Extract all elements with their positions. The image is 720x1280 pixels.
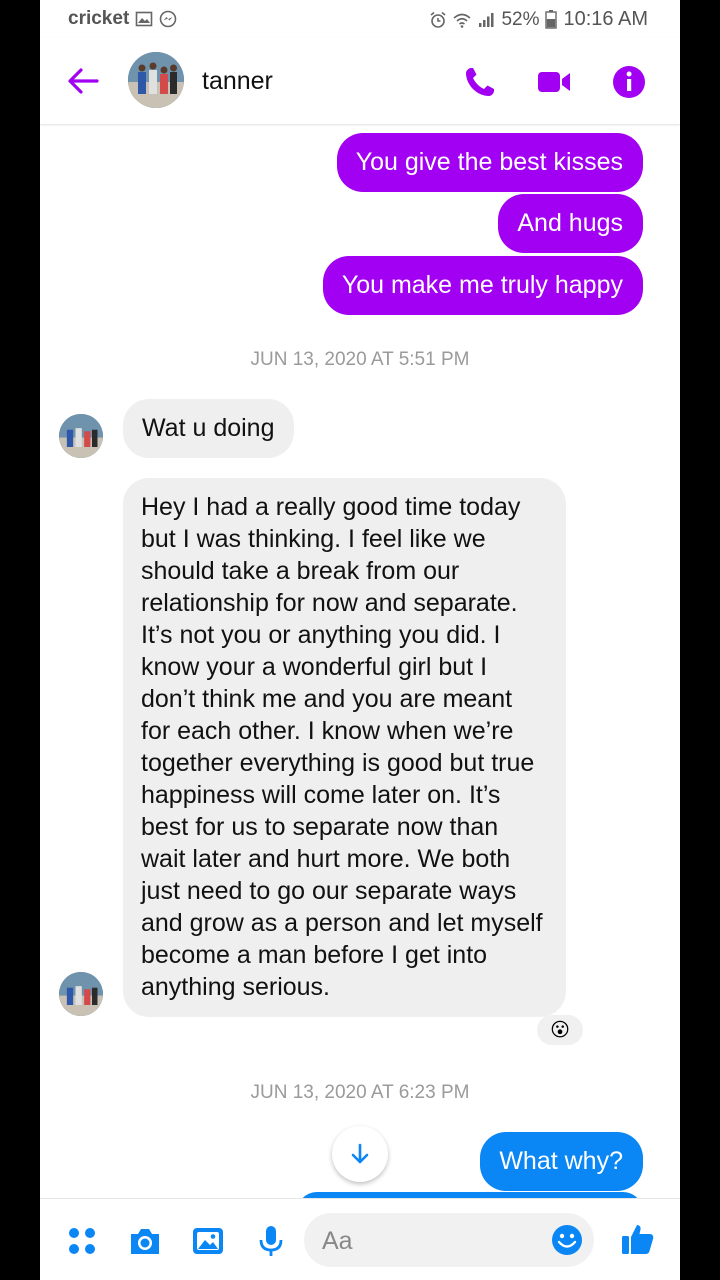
phone-icon[interactable] (460, 62, 500, 102)
battery-percent: 52% (501, 8, 540, 30)
sent-message[interactable]: You make me truly happy (322, 256, 643, 315)
avatar-photo (59, 972, 103, 1016)
avatar-photo (128, 52, 184, 108)
info-icon[interactable] (609, 62, 649, 102)
messenger-screen: cricket 52% 10:16 AM tanner You give the… (40, 0, 680, 1280)
received-message[interactable]: Wat u doing (123, 399, 295, 458)
image-notification-icon (135, 11, 153, 27)
contact-name[interactable]: tanner (202, 67, 273, 96)
contact-avatar[interactable] (128, 52, 184, 108)
wifi-icon (453, 13, 471, 28)
messenger-notification-icon (159, 10, 177, 28)
message-input[interactable] (320, 1213, 534, 1269)
avatar-photo (59, 414, 103, 458)
received-message[interactable]: Hey I had a really good time today but I… (123, 478, 566, 1017)
sent-message[interactable]: You give the best kisses (336, 133, 643, 192)
message-composer (40, 1198, 680, 1280)
status-right: 52% 10:16 AM (429, 8, 648, 31)
video-camera-icon[interactable] (534, 62, 574, 102)
back-arrow-icon[interactable] (66, 64, 100, 98)
status-left: cricket (68, 8, 177, 30)
thumbs-up-icon[interactable] (620, 1221, 656, 1257)
message-reaction[interactable]: 😮 (537, 1015, 583, 1045)
conversation-header: tanner (40, 38, 680, 124)
sent-message[interactable]: And hugs (498, 194, 643, 253)
carrier-label: cricket (68, 8, 130, 29)
scroll-down-button[interactable] (332, 1126, 388, 1182)
battery-icon (545, 10, 558, 29)
scroll-down-arrow-icon (351, 1143, 369, 1164)
status-bar: cricket 52% 10:16 AM (40, 0, 680, 38)
sender-avatar[interactable] (59, 414, 103, 458)
sent-message[interactable]: What why? (480, 1132, 643, 1191)
sender-avatar[interactable] (59, 972, 103, 1016)
message-input-container (304, 1213, 594, 1269)
clock: 10:16 AM (563, 8, 648, 30)
emoji-icon[interactable] (550, 1223, 584, 1257)
signal-icon (479, 12, 494, 27)
message-timestamp: JUN 13, 2020 AT 5:51 PM (250, 349, 470, 370)
alarm-icon (430, 11, 446, 28)
microphone-icon[interactable] (253, 1223, 289, 1259)
camera-icon[interactable] (127, 1223, 163, 1259)
message-timestamp: JUN 13, 2020 AT 6:23 PM (250, 1082, 470, 1103)
apps-icon[interactable] (64, 1223, 100, 1259)
gallery-icon[interactable] (190, 1223, 226, 1259)
